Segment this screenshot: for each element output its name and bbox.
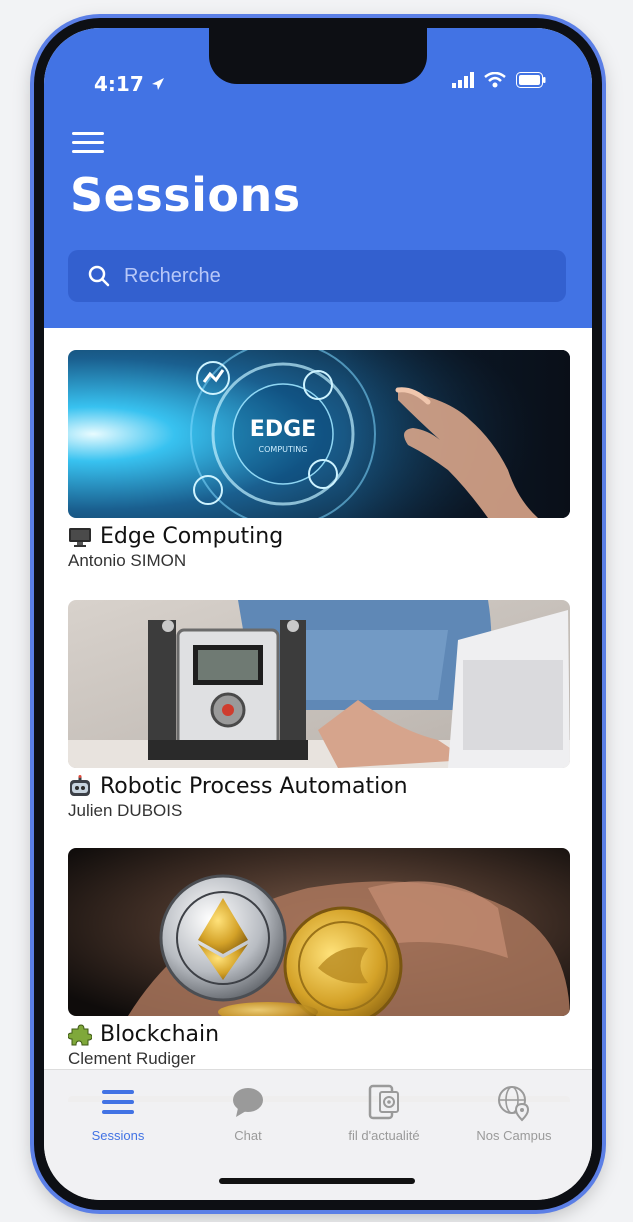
session-title[interactable]: Edge Computing (68, 524, 570, 549)
session-title[interactable]: Blockchain (68, 1022, 570, 1047)
tab-bar: Sessions Chat fil d'actualité Nos Campus (44, 1069, 592, 1200)
tab-chat[interactable]: Chat (188, 1082, 308, 1143)
session-title-text: Robotic Process Automation (100, 774, 408, 799)
status-icons (452, 72, 546, 88)
session-author: Clement Rudiger (68, 1049, 196, 1068)
robotic-process-illustration (68, 600, 570, 768)
wifi-icon (484, 72, 506, 88)
status-time: 4:17 (94, 72, 166, 96)
battery-icon (516, 72, 546, 88)
location-arrow-icon (151, 78, 164, 90)
session-image-rpa[interactable] (68, 600, 570, 768)
search-input[interactable] (122, 263, 546, 289)
puzzle-icon (68, 1023, 92, 1045)
tab-sessions[interactable]: Sessions (58, 1082, 178, 1143)
phone-frame: 4:17 Sessions Recherche EDGE COMPUTING E… (34, 18, 602, 1210)
list-icon (102, 1090, 134, 1114)
edge-computing-illustration: EDGE COMPUTING (68, 350, 570, 518)
status-time-text: 4:17 (94, 72, 144, 96)
session-card[interactable]: Blockchain Clement Rudiger (68, 848, 570, 1069)
edge-text: EDGE (250, 417, 316, 442)
header: 4:17 Sessions Recherche (44, 28, 592, 328)
screen: 4:17 Sessions Recherche EDGE COMPUTING E… (44, 28, 592, 1200)
page-title: Sessions (70, 168, 301, 222)
tab-label: fil d'actualité (348, 1128, 420, 1143)
session-image-blockchain[interactable] (68, 848, 570, 1016)
tab-label: Nos Campus (476, 1128, 552, 1143)
session-author: Julien DUBOIS (68, 801, 183, 820)
blockchain-illustration (68, 848, 570, 1016)
signal-icon (452, 72, 474, 88)
session-title-text: Blockchain (100, 1022, 220, 1047)
home-indicator (219, 1178, 415, 1184)
session-card[interactable]: Robotic Process Automation Julien DUBOIS (68, 600, 570, 821)
session-title[interactable]: Robotic Process Automation (68, 774, 570, 799)
hamburger-menu-icon[interactable] (72, 132, 104, 154)
tab-news-feed[interactable]: fil d'actualité (324, 1082, 444, 1143)
computing-text: COMPUTING (259, 445, 308, 454)
desktop-computer-icon (69, 527, 91, 547)
session-author: Antonio SIMON (68, 551, 187, 570)
session-title-text: Edge Computing (100, 524, 284, 549)
tab-label: Chat (234, 1128, 262, 1143)
session-list: EDGE COMPUTING Edge Computing Antonio SI… (44, 328, 592, 1102)
session-image-edge-computing[interactable]: EDGE COMPUTING (68, 350, 570, 518)
search-icon (88, 265, 110, 287)
notch (209, 28, 427, 84)
news-feed-icon (368, 1084, 399, 1120)
tab-campus[interactable]: Nos Campus (454, 1082, 574, 1143)
session-card[interactable]: EDGE COMPUTING Edge Computing Antonio SI… (68, 350, 570, 571)
globe-pin-icon (498, 1086, 530, 1122)
robot-face-icon (70, 774, 90, 796)
search-bar[interactable] (68, 250, 566, 302)
chat-bubble-icon (233, 1088, 263, 1117)
tab-label: Sessions (91, 1128, 145, 1143)
